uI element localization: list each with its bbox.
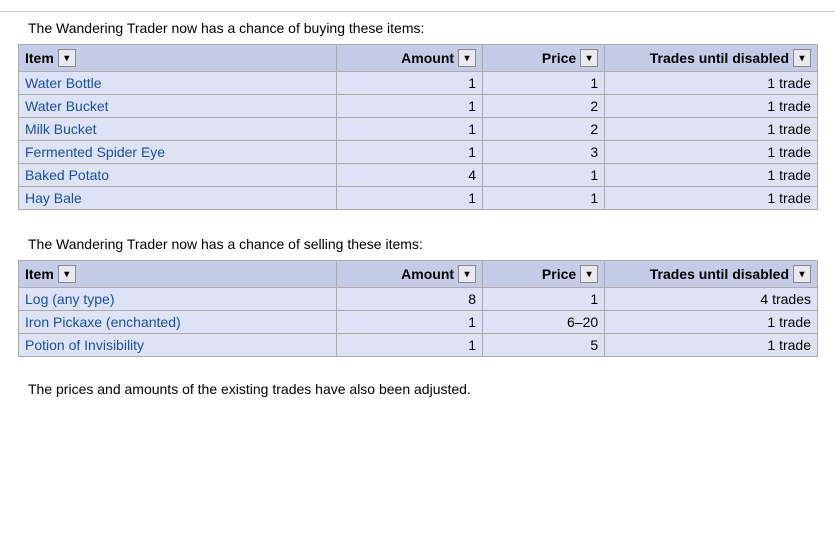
buying-row-amount: 1	[336, 72, 483, 95]
buying-row-amount: 4	[336, 164, 483, 187]
buying-row-trades: 1 trade	[605, 187, 818, 210]
selling-row-item: Log (any type)	[19, 288, 337, 311]
buying-header-amount: Amount ▾	[336, 45, 483, 72]
buying-table-row: Milk Bucket 1 2 1 trade	[19, 118, 818, 141]
buying-row-price: 1	[483, 72, 605, 95]
buying-table-row: Hay Bale 1 1 1 trade	[19, 187, 818, 210]
selling-row-trades: 1 trade	[605, 311, 818, 334]
selling-table: Item ▾ Amount ▾ Price ▾	[18, 260, 818, 357]
selling-table-row: Potion of Invisibility 1 5 1 trade	[19, 334, 818, 357]
footer-note: The prices and amounts of the existing t…	[0, 373, 835, 405]
buying-table-row: Water Bottle 1 1 1 trade	[19, 72, 818, 95]
buying-row-amount: 1	[336, 141, 483, 164]
buying-row-item: Milk Bucket	[19, 118, 337, 141]
buying-row-trades: 1 trade	[605, 95, 818, 118]
selling-header-row: Item ▾ Amount ▾ Price ▾	[19, 261, 818, 288]
buying-table-wrapper: Item ▾ Amount ▾ Price ▾	[0, 44, 835, 210]
selling-amount-sort-dropdown[interactable]: ▾	[458, 265, 476, 283]
buying-table-row: Fermented Spider Eye 1 3 1 trade	[19, 141, 818, 164]
buying-table: Item ▾ Amount ▾ Price ▾	[18, 44, 818, 210]
buying-row-price: 2	[483, 95, 605, 118]
selling-row-price: 6–20	[483, 311, 605, 334]
buying-row-item: Hay Bale	[19, 187, 337, 210]
top-spacer	[0, 0, 835, 12]
selling-row-item: Potion of Invisibility	[19, 334, 337, 357]
selling-table-body: Log (any type) 8 1 4 trades Iron Pickaxe…	[19, 288, 818, 357]
buying-header-trades: Trades until disabled ▾	[605, 45, 818, 72]
buying-row-price: 3	[483, 141, 605, 164]
buying-row-item: Water Bottle	[19, 72, 337, 95]
bottom-spacer	[0, 357, 835, 373]
selling-row-trades: 4 trades	[605, 288, 818, 311]
amount-sort-dropdown[interactable]: ▾	[458, 49, 476, 67]
buying-row-trades: 1 trade	[605, 164, 818, 187]
selling-header-price: Price ▾	[483, 261, 605, 288]
buying-row-item: Water Bucket	[19, 95, 337, 118]
buying-row-price: 1	[483, 164, 605, 187]
trades-sort-dropdown[interactable]: ▾	[793, 49, 811, 67]
buying-row-amount: 1	[336, 95, 483, 118]
selling-header-item: Item ▾	[19, 261, 337, 288]
buying-table-row: Baked Potato 4 1 1 trade	[19, 164, 818, 187]
buying-row-trades: 1 trade	[605, 118, 818, 141]
selling-trades-sort-dropdown[interactable]: ▾	[793, 265, 811, 283]
buying-row-price: 1	[483, 187, 605, 210]
selling-row-amount: 1	[336, 311, 483, 334]
selling-table-wrapper: Item ▾ Amount ▾ Price ▾	[0, 260, 835, 357]
item-sort-dropdown[interactable]: ▾	[58, 49, 76, 67]
buying-table-body: Water Bottle 1 1 1 trade Water Bucket 1 …	[19, 72, 818, 210]
buying-row-item: Fermented Spider Eye	[19, 141, 337, 164]
selling-header-amount: Amount ▾	[336, 261, 483, 288]
selling-header-trades: Trades until disabled ▾	[605, 261, 818, 288]
buying-row-item: Baked Potato	[19, 164, 337, 187]
buying-row-amount: 1	[336, 187, 483, 210]
selling-row-trades: 1 trade	[605, 334, 818, 357]
buying-header-price: Price ▾	[483, 45, 605, 72]
buying-row-price: 2	[483, 118, 605, 141]
selling-item-sort-dropdown[interactable]: ▾	[58, 265, 76, 283]
page-wrapper: The Wandering Trader now has a chance of…	[0, 0, 835, 405]
selling-row-item: Iron Pickaxe (enchanted)	[19, 311, 337, 334]
selling-row-price: 1	[483, 288, 605, 311]
buying-row-trades: 1 trade	[605, 141, 818, 164]
selling-price-sort-dropdown[interactable]: ▾	[580, 265, 598, 283]
buying-row-trades: 1 trade	[605, 72, 818, 95]
selling-row-price: 5	[483, 334, 605, 357]
selling-table-row: Log (any type) 8 1 4 trades	[19, 288, 818, 311]
price-sort-dropdown[interactable]: ▾	[580, 49, 598, 67]
buying-row-amount: 1	[336, 118, 483, 141]
selling-row-amount: 1	[336, 334, 483, 357]
buying-intro-text: The Wandering Trader now has a chance of…	[0, 12, 835, 44]
selling-intro-text: The Wandering Trader now has a chance of…	[0, 228, 835, 260]
buying-header-row: Item ▾ Amount ▾ Price ▾	[19, 45, 818, 72]
selling-row-amount: 8	[336, 288, 483, 311]
selling-table-row: Iron Pickaxe (enchanted) 1 6–20 1 trade	[19, 311, 818, 334]
mid-spacer	[0, 210, 835, 228]
buying-table-row: Water Bucket 1 2 1 trade	[19, 95, 818, 118]
buying-header-item: Item ▾	[19, 45, 337, 72]
